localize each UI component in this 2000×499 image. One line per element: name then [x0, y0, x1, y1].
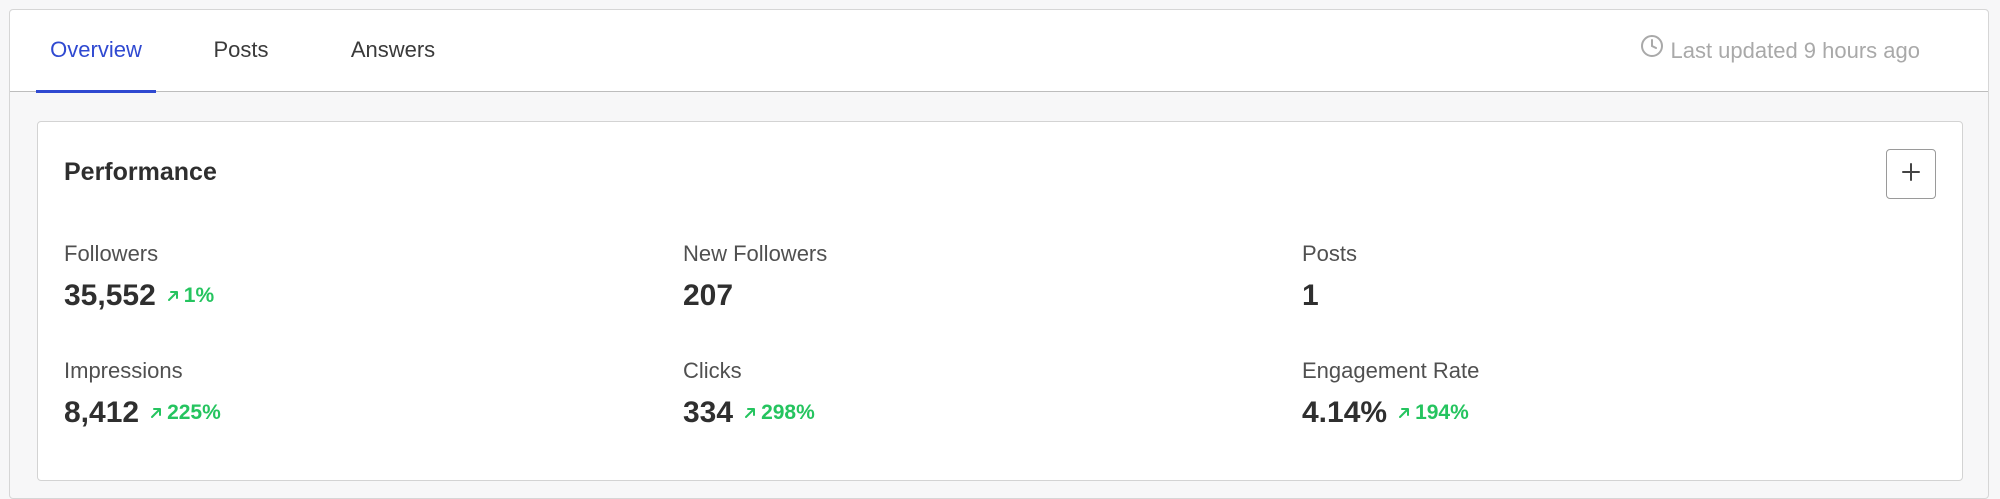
metric-value: 1	[1302, 279, 1319, 312]
metric-clicks: Clicks 334 298%	[683, 357, 1243, 431]
tab-overview[interactable]: Overview	[36, 10, 156, 93]
metric-label: Posts	[1302, 241, 1358, 266]
metric-change-value: 194%	[1415, 401, 1469, 424]
metric-followers: Followers 35,552 1%	[64, 240, 624, 314]
tab-answers[interactable]: Answers	[338, 10, 448, 92]
analytics-panel: Overview Posts Answers Last updated 9 ho…	[9, 9, 1989, 499]
metric-change-value: 298%	[761, 401, 815, 424]
metric-impressions: Impressions 8,412 225%	[64, 357, 624, 431]
arrow-up-right-icon	[745, 408, 756, 418]
metric-value: 35,552	[64, 279, 156, 312]
metric-change-value: 225%	[167, 401, 221, 424]
last-updated-status: Last updated 9 hours ago	[1640, 10, 1920, 92]
metric-change: 298%	[743, 401, 815, 425]
metric-value: 334	[683, 396, 734, 429]
tab-posts[interactable]: Posts	[206, 10, 276, 92]
metric-engagement-rate: Engagement Rate 4.14% 194%	[1302, 357, 1862, 431]
tab-bar: Overview Posts Answers Last updated 9 ho…	[10, 10, 1988, 93]
metric-label: New Followers	[683, 241, 828, 266]
clock-icon	[1640, 11, 1670, 91]
metric-posts: Posts 1	[1302, 240, 1862, 314]
metric-label: Engagement Rate	[1302, 358, 1480, 383]
metric-value: 4.14%	[1302, 396, 1388, 429]
metric-change: 194%	[1397, 401, 1469, 425]
last-updated-text: Last updated 9 hours ago	[1670, 38, 1920, 63]
arrow-up-right-icon	[1399, 408, 1410, 418]
arrow-up-right-icon	[167, 291, 178, 301]
metric-change-value: 1%	[183, 284, 215, 307]
metric-change: 225%	[149, 401, 221, 425]
metric-label: Followers	[64, 241, 159, 266]
arrow-up-right-icon	[151, 408, 162, 418]
metric-label: Impressions	[64, 358, 183, 383]
plus-icon	[1901, 162, 1921, 187]
add-button[interactable]	[1886, 149, 1936, 199]
metric-value: 207	[683, 279, 734, 312]
performance-card: Performance Followers 35,552 1% New Foll…	[37, 121, 1963, 481]
card-title: Performance	[64, 158, 217, 186]
metric-label: Clicks	[683, 358, 742, 383]
metric-change: 1%	[166, 284, 214, 308]
metric-new-followers: New Followers 207	[683, 240, 1243, 314]
metric-value: 8,412	[64, 396, 140, 429]
